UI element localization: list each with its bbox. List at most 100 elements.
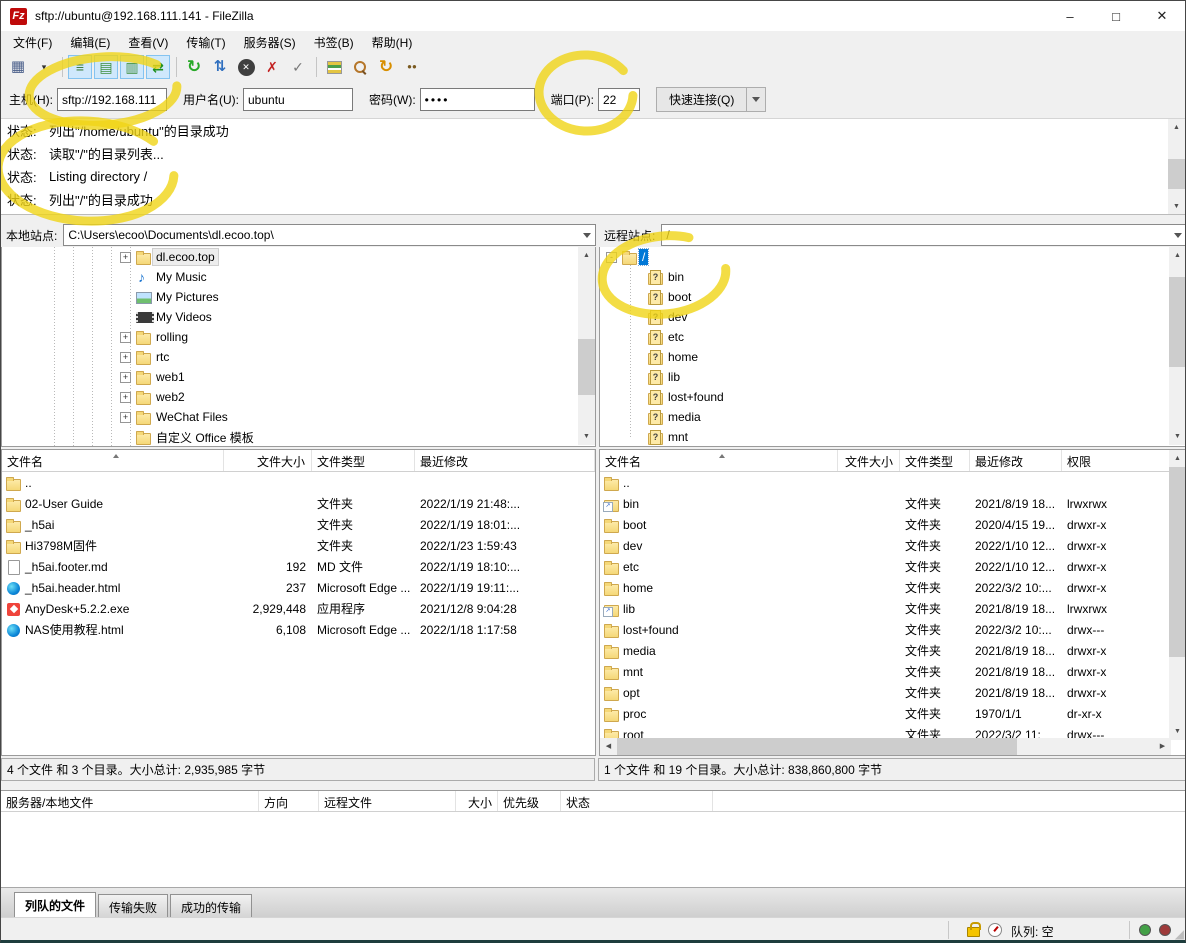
menu-item[interactable]: 服务器(S) <box>235 32 305 53</box>
web1[interactable]: + web1 <box>2 367 595 387</box>
log-scrollbar[interactable]: ▲ ▼ <box>1168 119 1185 215</box>
scroll-down-icon[interactable]: ▼ <box>1169 428 1186 445</box>
tree-expander[interactable]: + <box>120 252 131 263</box>
home[interactable]: home 文件夹 2022/3/2 10:... drwxr-x <box>600 577 1186 598</box>
_h5ai[interactable]: _h5ai 文件夹 2022/1/19 18:01:... <box>2 514 595 535</box>
bin[interactable]: bin 文件夹 2021/8/19 18... lrwxrwx <box>600 493 1186 514</box>
scrollbar-thumb[interactable] <box>617 738 1017 755</box>
menu-item[interactable]: 书签(B) <box>305 32 363 53</box>
dev[interactable]: dev 文件夹 2022/1/10 12... drwxr-x <box>600 535 1186 556</box>
tree-expander[interactable]: - <box>606 252 617 263</box>
resize-grip[interactable]: ◢ <box>1175 927 1184 941</box>
remote-path-combo[interactable]: / <box>661 224 1186 246</box>
etc[interactable]: etc <box>600 327 1186 347</box>
remote-tree-scrollbar[interactable]: ▲ ▼ <box>1169 247 1186 445</box>
_h5ai.footer.md[interactable]: _h5ai.footer.md 192 MD 文件 2022/1/19 18:1… <box>2 556 595 577</box>
column-header[interactable]: 文件大小 <box>224 450 312 471</box>
scroll-up-icon[interactable]: ▲ <box>1169 247 1186 264</box>
find-files-button[interactable] <box>348 55 372 79</box>
lost+found[interactable]: lost+found 文件夹 2022/3/2 10:... drwx--- <box>600 619 1186 640</box>
queue-column-header[interactable]: 优先级 <box>498 791 561 811</box>
boot[interactable]: boot 文件夹 2020/4/15 19... drwxr-x <box>600 514 1186 535</box>
tree-expander[interactable]: + <box>120 332 131 343</box>
toggle-message-log-button[interactable]: ≡ <box>68 55 92 79</box>
My Pictures[interactable]: My Pictures <box>2 287 595 307</box>
remote-list-scrollbar[interactable]: ▲ ▼ <box>1169 450 1186 740</box>
02-User Guide[interactable]: 02-User Guide 文件夹 2022/1/19 21:48:... <box>2 493 595 514</box>
column-header[interactable]: 文件大小 <box>838 450 900 471</box>
_h5ai.header.html[interactable]: _h5ai.header.html 237 Microsoft Edge ...… <box>2 577 595 598</box>
column-header[interactable]: 最近修改 <box>415 450 595 471</box>
toolbar-separator[interactable] <box>172 55 180 79</box>
boot[interactable]: boot <box>600 287 1186 307</box>
bin[interactable]: bin <box>600 267 1186 287</box>
menu-item[interactable]: 查看(V) <box>119 32 177 53</box>
..[interactable]: .. <box>2 472 595 493</box>
lost+found[interactable]: lost+found <box>600 387 1186 407</box>
media[interactable]: media 文件夹 2021/8/19 18... drwxr-x <box>600 640 1186 661</box>
site-manager-dropdown[interactable]: ▾ <box>32 55 56 79</box>
tree-expander[interactable]: + <box>120 372 131 383</box>
disconnect-button[interactable]: ✗ <box>260 55 284 79</box>
column-header[interactable]: 文件名 <box>600 450 838 471</box>
remote-list-hscrollbar[interactable]: ◀ ▶ <box>600 738 1171 755</box>
tab-queued-files[interactable]: 列队的文件 <box>14 892 96 917</box>
site-manager-button[interactable]: ▦ <box>6 55 30 79</box>
scroll-up-icon[interactable]: ▲ <box>1168 119 1185 136</box>
scroll-left-icon[interactable]: ◀ <box>600 738 617 755</box>
media[interactable]: media <box>600 407 1186 427</box>
column-header[interactable]: 权限 <box>1062 450 1186 471</box>
filter-binoculars-button[interactable]: ●● <box>400 55 424 79</box>
toolbar-separator[interactable] <box>312 55 320 79</box>
dev[interactable]: dev <box>600 307 1186 327</box>
NAS使用教程.html[interactable]: NAS使用教程.html 6,108 Microsoft Edge ... 20… <box>2 619 595 640</box>
speed-limit-gauge-icon[interactable] <box>988 923 1002 937</box>
AnyDesk+5.2.2.exe[interactable]: AnyDesk+5.2.2.exe 2,929,448 应用程序 2021/12… <box>2 598 595 619</box>
mnt[interactable]: mnt <box>600 427 1186 447</box>
queue-column-header[interactable]: 远程文件 <box>319 791 456 811</box>
maximize-button[interactable]: □ <box>1093 1 1139 31</box>
cancel-button[interactable]: ✕ <box>234 55 258 79</box>
tab-failed-transfers[interactable]: 传输失败 <box>98 894 168 917</box>
My Videos[interactable]: My Videos <box>2 307 595 327</box>
/[interactable]: - / <box>600 247 1186 267</box>
host-input[interactable] <box>57 88 167 111</box>
etc[interactable]: etc 文件夹 2022/1/10 12... drwxr-x <box>600 556 1186 577</box>
lib[interactable]: lib 文件夹 2021/8/19 18... lrwxrwx <box>600 598 1186 619</box>
column-header[interactable]: 文件类型 <box>900 450 970 471</box>
refresh-button[interactable]: ↻ <box>182 55 206 79</box>
toggle-queue-button[interactable]: ⇄ <box>146 55 170 79</box>
dl.ecoo.top[interactable]: + dl.ecoo.top <box>2 247 595 267</box>
scroll-right-icon[interactable]: ▶ <box>1154 738 1171 755</box>
menu-item[interactable]: 传输(T) <box>177 32 234 53</box>
queue-column-header[interactable]: 服务器/本地文件 <box>1 791 259 811</box>
menu-item[interactable]: 编辑(E) <box>61 32 119 53</box>
tree-expander[interactable]: + <box>120 412 131 423</box>
directory-comparison-button[interactable] <box>322 55 346 79</box>
quickconnect-dropdown[interactable] <box>747 87 766 112</box>
Hi3798M固件[interactable]: Hi3798M固件 文件夹 2022/1/23 1:59:43 <box>2 535 595 556</box>
password-input[interactable] <box>420 88 535 111</box>
proc[interactable]: proc 文件夹 1970/1/1 dr-xr-x <box>600 703 1186 724</box>
process-queue-button[interactable]: ⇅ <box>208 55 232 79</box>
mnt[interactable]: mnt 文件夹 2021/8/19 18... drwxr-x <box>600 661 1186 682</box>
WeChat Files[interactable]: + WeChat Files <box>2 407 595 427</box>
menu-item[interactable]: 帮助(H) <box>363 32 422 53</box>
自定义 Office 模板[interactable]: 自定义 Office 模板 <box>2 427 595 447</box>
scrollbar-thumb[interactable] <box>1169 467 1186 657</box>
My Music[interactable]: My Music <box>2 267 595 287</box>
tree-expander[interactable]: + <box>120 392 131 403</box>
scrollbar-thumb[interactable] <box>578 339 595 395</box>
toolbar-separator[interactable] <box>58 55 66 79</box>
minimize-button[interactable]: – <box>1047 1 1093 31</box>
queue-column-header[interactable]: 方向 <box>259 791 319 811</box>
queue-column-header[interactable]: 状态 <box>561 791 713 811</box>
rtc[interactable]: + rtc <box>2 347 595 367</box>
tab-successful-transfers[interactable]: 成功的传输 <box>170 894 252 917</box>
scroll-down-icon[interactable]: ▼ <box>1168 198 1185 215</box>
scroll-down-icon[interactable]: ▼ <box>578 428 595 445</box>
local-tree-scrollbar[interactable]: ▲ ▼ <box>578 247 595 445</box>
reconnect-button[interactable]: ✓ <box>286 55 310 79</box>
home[interactable]: home <box>600 347 1186 367</box>
menu-item[interactable]: 文件(F) <box>4 32 61 53</box>
